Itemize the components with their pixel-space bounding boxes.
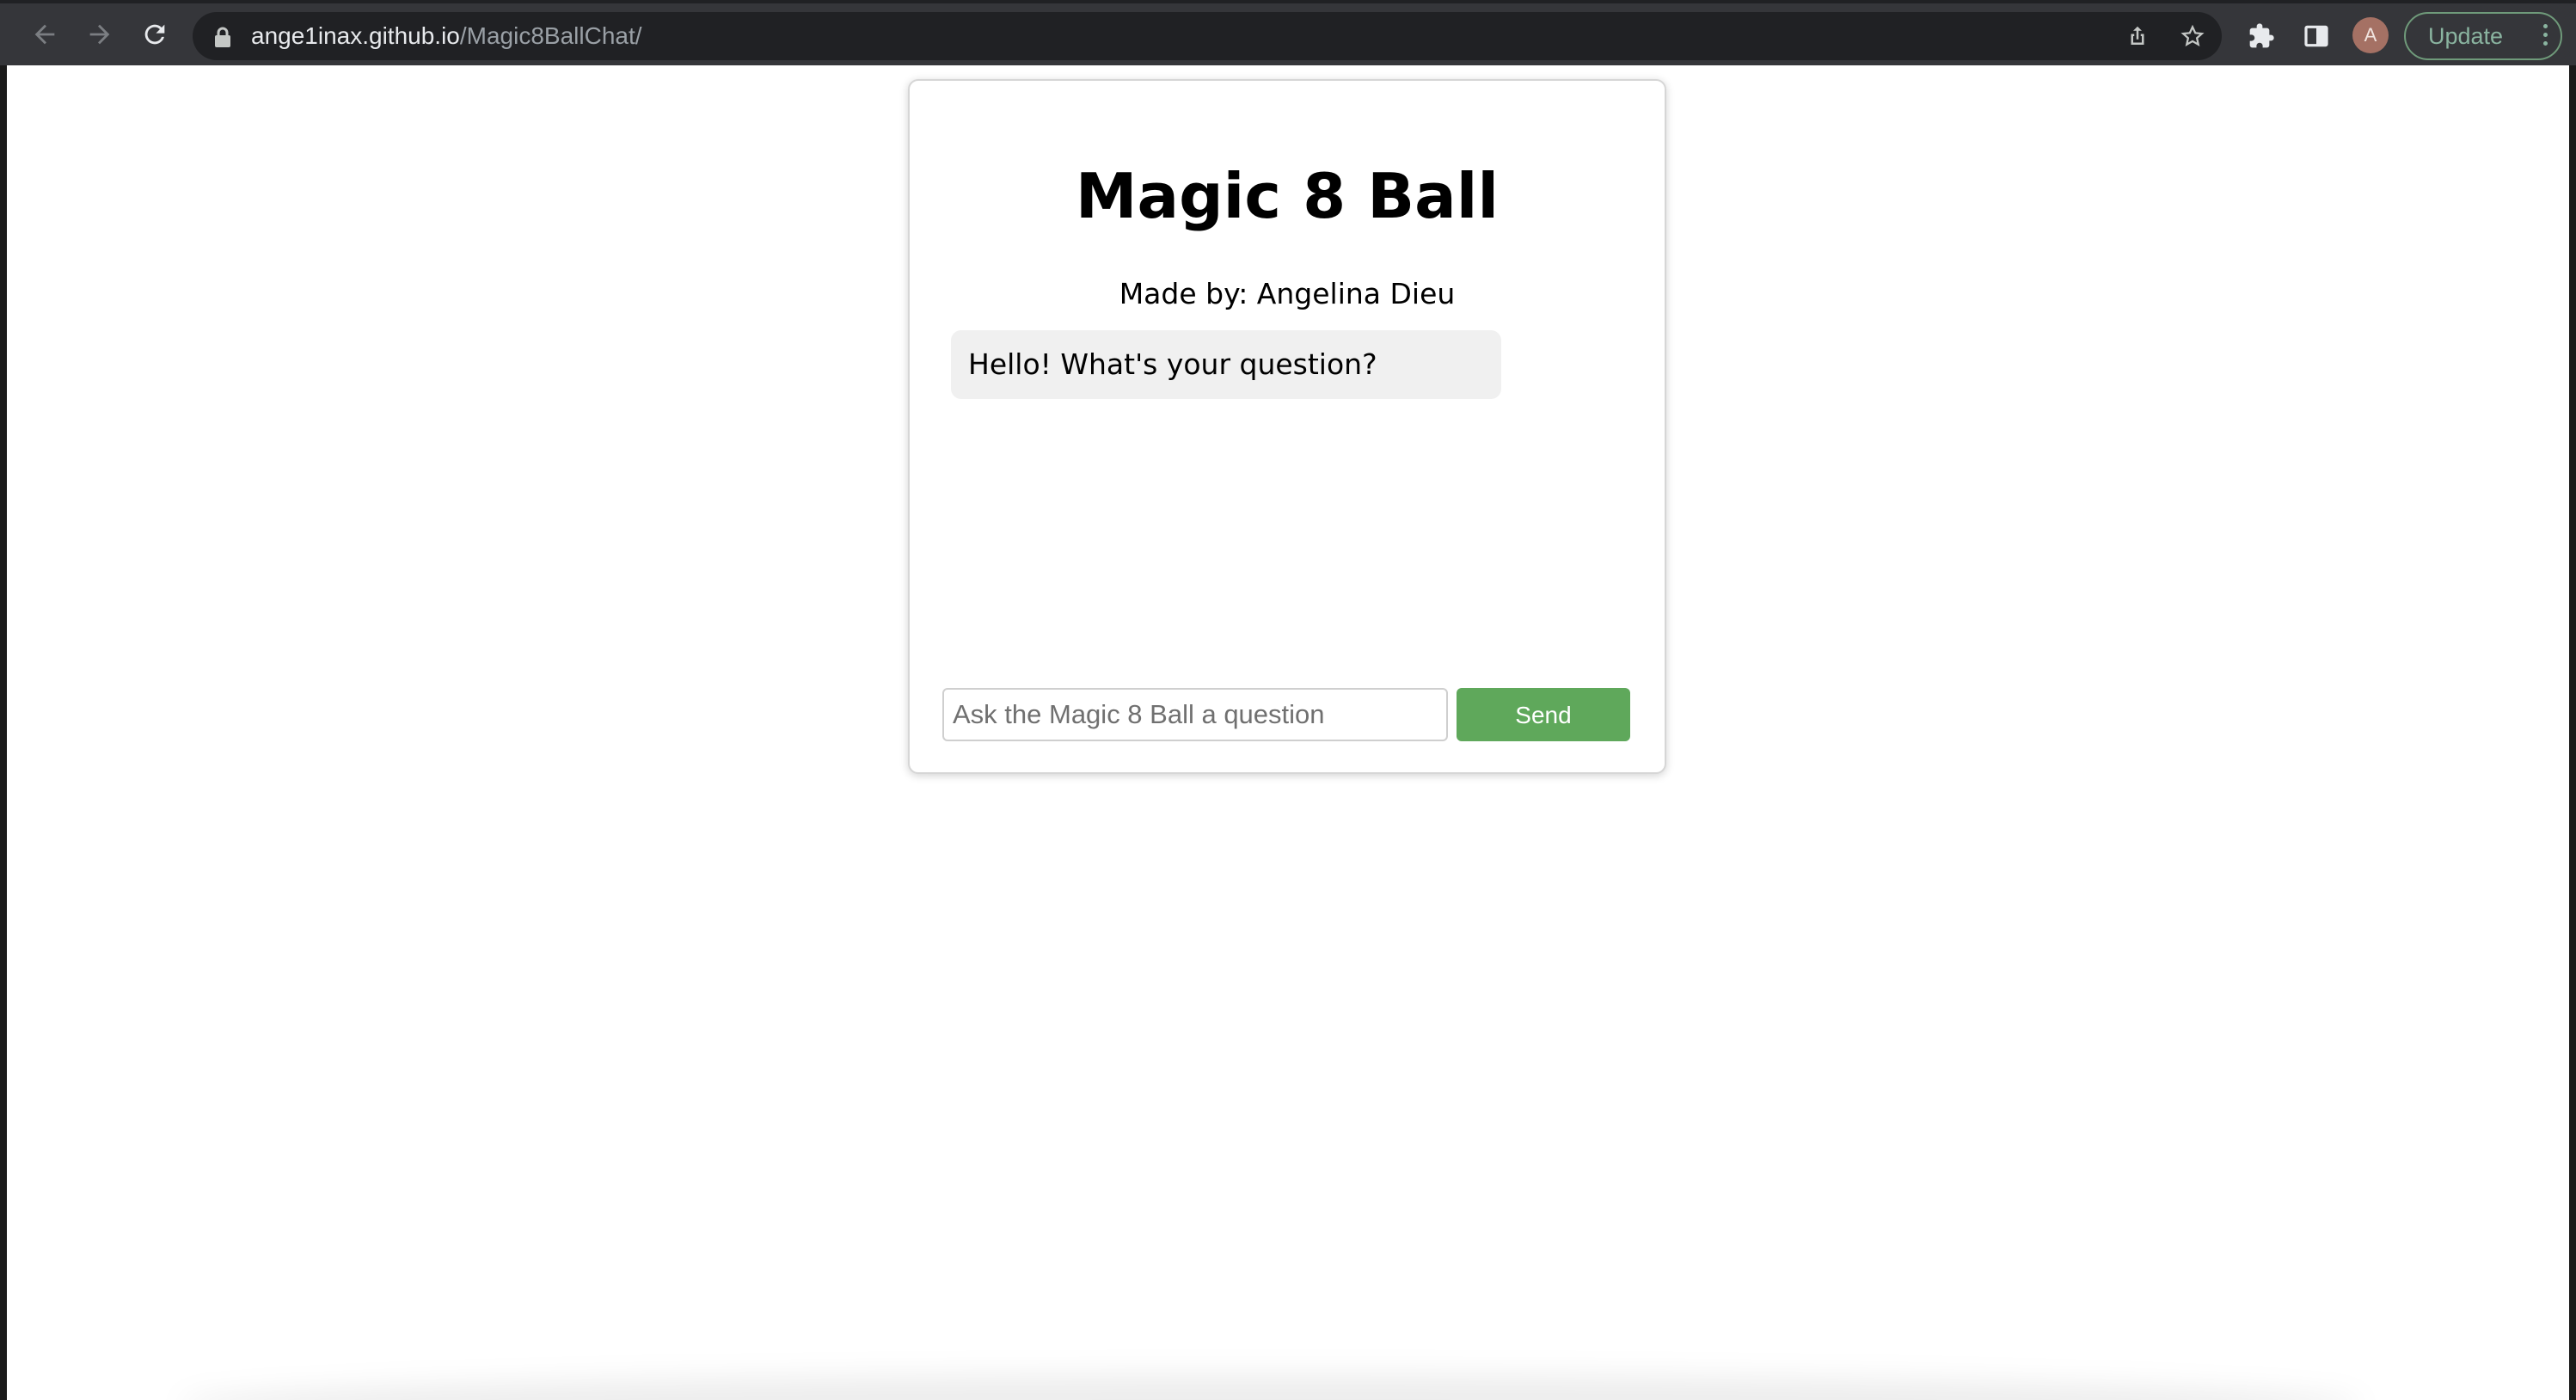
- forward-arrow-icon: [89, 24, 110, 45]
- side-panel-icon: [2304, 25, 2328, 47]
- page-viewport: Magic 8 Ball Made by: Angelina Dieu Hell…: [7, 65, 2569, 1400]
- chat-messages: Hello! What's your question?: [951, 330, 1622, 666]
- bottom-shadow: [179, 1374, 2363, 1400]
- back-button[interactable]: [28, 17, 62, 52]
- menu-dots-icon: [2542, 24, 2548, 48]
- browser-toolbar: ange1inax.github.io/Magic8BallChat/ A Up…: [0, 0, 2576, 65]
- back-arrow-icon: [34, 24, 55, 45]
- extensions-button[interactable]: [2244, 19, 2279, 53]
- screen: ange1inax.github.io/Magic8BallChat/ A Up…: [0, 0, 2576, 1400]
- question-input[interactable]: [942, 688, 1448, 741]
- bot-message: Hello! What's your question?: [951, 330, 1501, 399]
- url-host: ange1inax.github.io: [251, 22, 460, 49]
- page-subtitle: Made by: Angelina Dieu: [1119, 277, 1456, 310]
- side-panel-button[interactable]: [2299, 19, 2334, 53]
- reload-button[interactable]: [138, 17, 172, 52]
- page-title: Magic 8 Ball: [1075, 160, 1500, 232]
- update-label: Update: [2428, 23, 2504, 49]
- bookmark-button[interactable]: [2177, 21, 2208, 52]
- share-button[interactable]: [2122, 21, 2153, 52]
- profile-avatar[interactable]: A: [2352, 17, 2389, 53]
- star-icon: [2180, 24, 2205, 46]
- url-path: /Magic8BallChat/: [459, 22, 642, 49]
- chat-card: Magic 8 Ball Made by: Angelina Dieu Hell…: [908, 79, 1666, 774]
- extensions-icon: [2249, 23, 2274, 48]
- send-button[interactable]: Send: [1457, 688, 1630, 741]
- lock-icon: [215, 27, 230, 47]
- address-bar[interactable]: ange1inax.github.io/Magic8BallChat/: [193, 12, 2222, 60]
- forward-button[interactable]: [83, 17, 117, 52]
- window-left-edge: [0, 65, 7, 1400]
- url-text: ange1inax.github.io/Magic8BallChat/: [251, 12, 642, 60]
- reload-icon: [144, 24, 165, 45]
- window-right-edge: [2569, 65, 2576, 1400]
- update-button[interactable]: Update: [2404, 12, 2562, 60]
- share-icon: [2131, 26, 2144, 45]
